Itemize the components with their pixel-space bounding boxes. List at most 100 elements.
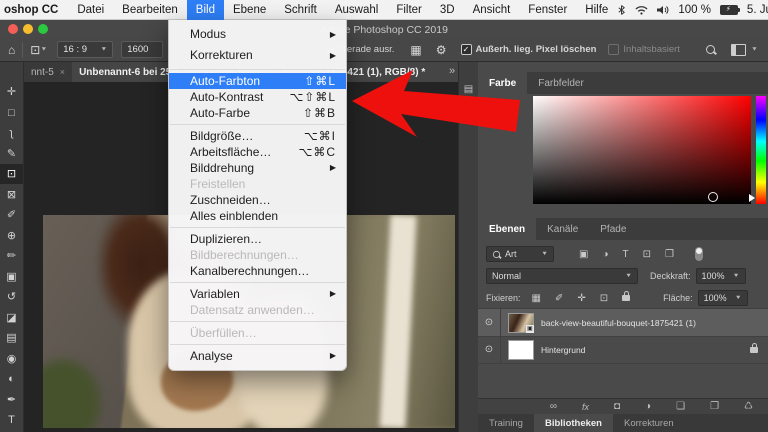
delete-cropped-pixels-checkbox[interactable]: ✓ [460,44,472,55]
link-layers-icon[interactable]: ∞ [550,399,557,415]
layer-row[interactable]: ⊙ ▣ back-view-beautiful-bouquet-1875421 (1… [478,309,768,337]
wifi-icon[interactable] [635,5,648,15]
menu-item-bilddrehung[interactable]: Bilddrehung ▶ [169,160,346,176]
menubar-item-bearbeiten[interactable]: Bearbeiten [113,0,187,20]
lock-artboard-icon[interactable]: ⊡ [600,293,608,304]
overlay-grid-icon[interactable]: ▦ [410,38,421,62]
close-tab-icon[interactable]: × [60,67,65,77]
tab-ebenen[interactable]: Ebenen [478,218,537,240]
gradient-tool[interactable]: ▤ [0,328,23,348]
tab-training[interactable]: Training [478,414,534,432]
search-icon[interactable] [705,45,715,54]
menu-item-modus[interactable]: Modus ▶ [169,24,346,45]
color-saturation-field[interactable] [533,96,751,204]
crop-width-input[interactable]: 1600 [121,41,164,58]
layer-name[interactable]: back-view-beautiful-bouquet-1875421 (1) [541,318,696,328]
smart-object-filter-icon[interactable]: ❐ [665,249,674,260]
workspace-switcher-icon[interactable] [730,43,746,56]
layer-group-icon[interactable]: ❏ [676,399,685,415]
blur-tool[interactable]: ◉ [0,349,23,369]
menubar-item-3d[interactable]: 3D [431,0,464,20]
layer-effects-icon[interactable]: fx [582,399,589,415]
volume-icon[interactable] [657,5,669,15]
menu-item-duplizieren-[interactable]: Duplizieren… [169,231,346,247]
frame-tool[interactable]: ⊠ [0,185,23,205]
tab-farbfelder[interactable]: Farbfelder [527,72,595,94]
layer-thumbnail[interactable] [508,339,534,360]
shape-layer-filter-icon[interactable]: ⊡ [643,249,651,260]
tab-bibliotheken[interactable]: Bibliotheken [533,414,613,432]
layer-filter-select[interactable]: Art ▼ [486,246,554,262]
adjustment-layer-icon[interactable]: ◑ [645,399,651,415]
layer-name[interactable]: Hintergrund [541,345,585,355]
layer-visibility-eye-icon[interactable]: ⊙ [478,309,501,336]
collapsed-info-panel-icon[interactable]: ❐ [462,100,475,112]
menu-item-arbeitsfläche-[interactable]: Arbeitsfläche… ⌥⌘C [169,144,346,160]
lock-all-icon[interactable] [622,291,631,301]
content-aware-checkbox[interactable] [608,44,620,55]
clone-stamp-tool[interactable]: ▣ [0,267,23,287]
menu-item-analyse[interactable]: Analyse ▶ [169,348,346,364]
blend-mode-select[interactable]: Normal ▼ [486,268,638,284]
quick-selection-tool[interactable]: ✎ [0,144,23,164]
crop-tool[interactable]: ⊡ [0,164,23,184]
layer-thumbnail[interactable]: ▣ [508,312,534,333]
menubar-item-filter[interactable]: Filter [387,0,431,20]
lasso-tool[interactable]: ʅ [0,123,23,143]
menubar-item-fenster[interactable]: Fenster [519,0,576,20]
chevron-down-icon[interactable]: ▼ [751,47,758,53]
document-tab-inactive[interactable]: nnt-5 × [24,62,73,82]
filter-toggle-switch[interactable] [694,247,703,261]
move-tool[interactable]: ✛ [0,82,23,102]
marquee-tool[interactable]: □ [0,103,23,123]
app-menu-label[interactable]: oshop CC [0,4,68,16]
menubar-item-schrift[interactable]: Schrift [275,0,326,20]
menubar-item-auswahl[interactable]: Auswahl [326,0,387,20]
menubar-item-bild[interactable]: Bild [186,0,224,20]
hue-slider-pointer[interactable] [749,194,755,202]
zoom-window-button[interactable] [38,24,48,34]
foreground-color-swatch[interactable] [492,102,508,118]
fill-select[interactable]: 100% ▼ [697,290,748,306]
menubar-item-ansicht[interactable]: Ansicht [464,0,520,20]
menu-item-zuschneiden-[interactable]: Zuschneiden… [169,192,346,208]
layer-visibility-eye-icon[interactable]: ⊙ [478,336,501,363]
crop-settings-gear-icon[interactable]: ⚙ [436,38,447,62]
close-window-button[interactable] [8,24,18,34]
tab-korrekturen[interactable]: Korrekturen [613,414,685,432]
menu-item-alles-einblenden[interactable]: Alles einblenden [169,208,346,224]
tab-farbe[interactable]: Farbe [478,72,528,94]
dodge-tool[interactable]: ◐ [0,369,23,389]
minimize-window-button[interactable] [23,24,33,34]
lock-paint-icon[interactable]: ✐ [555,293,563,304]
eraser-tool[interactable]: ◪ [0,308,23,328]
menu-item-variablen[interactable]: Variablen ▶ [169,286,346,302]
crop-tool-options-icon[interactable]: ⊡ [30,38,40,62]
lock-transparency-icon[interactable]: ▦ [532,293,541,304]
delete-layer-icon[interactable]: ♺ [744,399,753,415]
color-cursor[interactable] [708,192,718,202]
lock-position-icon[interactable]: ✛ [577,293,585,304]
menubar-item-ebene[interactable]: Ebene [224,0,275,20]
menu-item-korrekturen[interactable]: Korrekturen ▶ [169,45,346,66]
crop-ratio-select[interactable]: 16 : 9 ▼ [57,41,114,58]
menu-item-kanalberechnungen-[interactable]: Kanalberechnungen… [169,263,346,279]
type-layer-filter-icon[interactable]: T [623,249,629,260]
layer-mask-icon[interactable]: ◘ [614,399,620,415]
menu-item-auto-farbe[interactable]: Auto-Farbe ⇧⌘B [169,105,346,121]
type-tool[interactable]: T [0,410,23,430]
menubar-item-hilfe[interactable]: Hilfe [576,0,617,20]
menu-item-auto-farbton[interactable]: Auto-Farbton ⇧⌘L [169,73,346,89]
brush-tool[interactable]: ✏ [0,246,23,266]
history-brush-tool[interactable]: ↺ [0,287,23,307]
menu-item-auto-kontrast[interactable]: Auto-Kontrast ⌥⇧⌘L [169,89,346,105]
menu-item-bildgrö-e-[interactable]: Bildgröße… ⌥⌘I [169,128,346,144]
opacity-select[interactable]: 100% ▼ [695,268,746,284]
healing-brush-tool[interactable]: ⊕ [0,226,23,246]
delete-cropped-pixels-label[interactable]: Außerh. lieg. Pixel löschen [476,44,597,55]
pixel-layer-filter-icon[interactable]: ▣ [579,249,588,260]
menubar-item-datei[interactable]: Datei [68,0,113,20]
pen-tool[interactable]: ✒ [0,390,23,410]
new-layer-icon[interactable]: ❐ [710,399,719,415]
bluetooth-icon[interactable] [617,4,626,16]
